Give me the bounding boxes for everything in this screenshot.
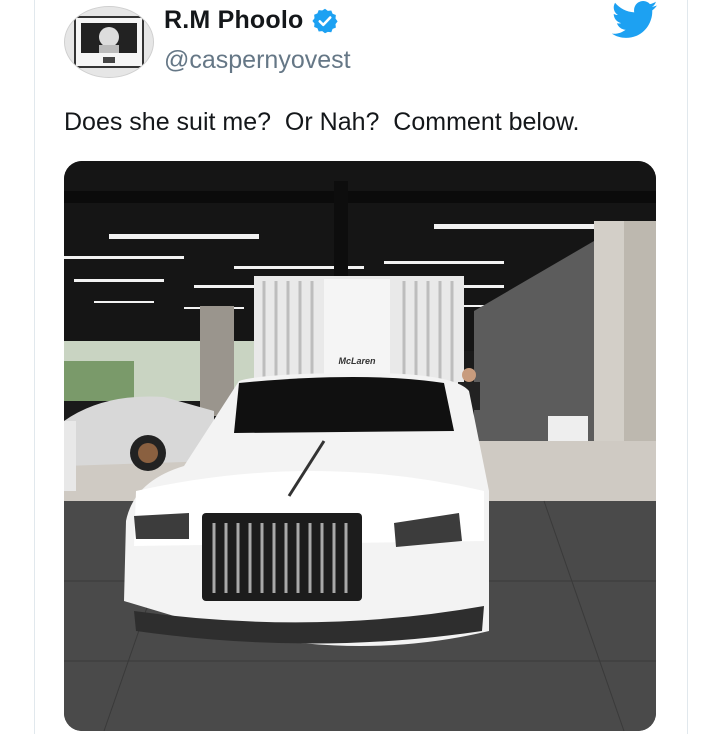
tweet-text: Does she suit me? Or Nah? Comment below. xyxy=(64,108,580,136)
tweet-photo[interactable]: McLaren xyxy=(64,161,656,731)
avatar-image xyxy=(65,7,153,77)
showroom-sign: McLaren xyxy=(338,356,376,366)
verified-badge-icon xyxy=(312,8,339,33)
car-showroom-photo: McLaren xyxy=(64,161,656,731)
avatar[interactable] xyxy=(64,6,154,78)
display-name[interactable]: R.M Phoolo xyxy=(164,6,303,35)
author-row: R.M Phoolo xyxy=(164,6,339,35)
author-handle[interactable]: @caspernyovest xyxy=(164,46,351,75)
twitter-bird-icon[interactable] xyxy=(612,0,658,40)
